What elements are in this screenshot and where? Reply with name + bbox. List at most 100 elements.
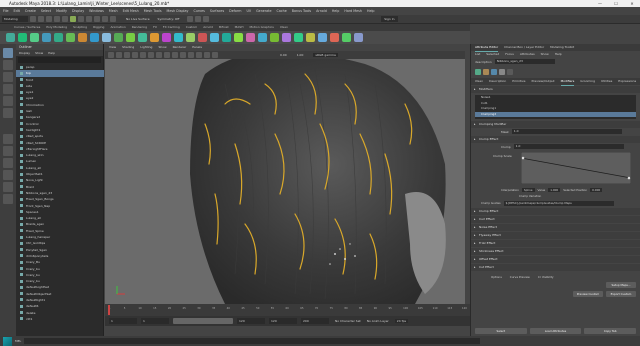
inner-end-field[interactable]: 120 (237, 318, 265, 324)
menu-edit-mesh[interactable]: Edit Mesh (123, 7, 139, 15)
new-scene-icon[interactable] (30, 16, 36, 22)
mode-dropdown[interactable]: Modeling (2, 16, 28, 22)
footer-toggle[interactable]: Curve Preview (510, 275, 530, 279)
menu-cache[interactable]: Cache (277, 7, 287, 15)
snap-grid-icon[interactable] (94, 16, 100, 22)
shelf-tool-icon-13[interactable] (162, 33, 171, 42)
viewport-menu-show[interactable]: Show (158, 44, 166, 51)
shelf-tool-icon-24[interactable] (294, 33, 303, 42)
start-frame-field[interactable]: 1 (109, 318, 137, 324)
ae-menu-show[interactable]: Show (541, 51, 549, 58)
undo-icon[interactable] (54, 16, 60, 22)
save-scene-icon[interactable] (46, 16, 52, 22)
resolution-gate-icon[interactable] (156, 52, 162, 58)
color-space-dropdown[interactable]: sRGB gamma (313, 53, 338, 57)
menu-mesh-display[interactable]: Mesh Display (167, 7, 189, 15)
shelf-tool-icon-7[interactable] (90, 33, 99, 42)
snap-point-icon[interactable] (110, 16, 116, 22)
shelf-tool-icon-17[interactable] (210, 33, 219, 42)
shelf-tool-icon-10[interactable] (126, 33, 135, 42)
menu-edit[interactable]: Edit (14, 7, 20, 15)
shelf-tool-icon-15[interactable] (186, 33, 195, 42)
current-frame-marker[interactable] (108, 305, 110, 315)
shelf-tab-8[interactable]: Custom (186, 24, 198, 31)
ae-menu-attributes[interactable]: Attributes (520, 51, 535, 58)
shadows-icon[interactable] (196, 52, 202, 58)
menu-mesh-tools[interactable]: Mesh Tools (144, 7, 162, 15)
footer-toggle[interactable]: Cr Visibility (538, 275, 554, 279)
select-button[interactable]: Select (475, 328, 527, 334)
ipr-render-icon[interactable] (195, 16, 202, 22)
snap-curve-icon[interactable] (102, 16, 108, 22)
move-tool-icon[interactable] (3, 84, 13, 94)
ae-menu-focus[interactable]: Focus (505, 51, 514, 58)
shelf-tool-icon-23[interactable] (282, 33, 291, 42)
node-tab-grooming[interactable]: Grooming (580, 78, 595, 85)
shelf-tool-icon-1[interactable] (18, 33, 27, 42)
shelf-tool-icon-25[interactable] (306, 33, 315, 42)
graph-layout-icon[interactable] (3, 170, 13, 180)
persp-graph-icon[interactable] (3, 182, 13, 192)
image-plane-icon[interactable] (132, 52, 138, 58)
shelf-tool-icon-8[interactable] (102, 33, 111, 42)
lights-icon[interactable] (188, 52, 194, 58)
menu-uv[interactable]: UV (246, 7, 251, 15)
node-tab-description[interactable]: Description (489, 78, 506, 85)
copy-tab-button[interactable]: Copy Tab (584, 328, 637, 334)
end2-frame-field[interactable]: 200 (301, 318, 329, 324)
shelf-tool-icon-26[interactable] (318, 33, 327, 42)
inner-start-field[interactable]: 1 (141, 318, 169, 324)
single-view-icon[interactable] (3, 134, 13, 144)
fps-dropdown[interactable]: 24 fps (394, 319, 409, 323)
menu-deform[interactable]: Deform (229, 7, 241, 15)
viewport-menu-lighting[interactable]: Lighting (140, 44, 152, 51)
effect-section[interactable]: Curl Effect (471, 216, 640, 223)
render-icon[interactable] (187, 16, 194, 22)
position-field[interactable]: 0.000 (590, 187, 603, 192)
lasso-tool-icon[interactable] (3, 60, 13, 70)
menu-create[interactable]: Create (25, 7, 36, 15)
menu-select[interactable]: Select (41, 7, 51, 15)
menu-hard-mesh[interactable]: Hard Mesh (344, 7, 362, 15)
shelf-tab-11[interactable]: MASH (235, 24, 244, 31)
clumping-section[interactable]: Clumping Modifier (471, 121, 640, 128)
shelf-tab-5[interactable]: Rendering (132, 24, 147, 31)
wireframe-icon[interactable] (164, 52, 170, 58)
menu-windows[interactable]: Windows (89, 7, 104, 15)
shelf-tool-icon-16[interactable] (198, 33, 207, 42)
shelf-tool-icon-5[interactable] (66, 33, 75, 42)
exposure-value[interactable]: 0.00 (280, 53, 287, 57)
shelf-tab-12[interactable]: Motion Graphics (249, 24, 273, 31)
export-custom-button[interactable]: Export Custom (606, 291, 636, 297)
node-tab-expressions[interactable]: Expressions (618, 78, 636, 85)
clump-field[interactable]: 1.0 (513, 144, 624, 149)
effect-section[interactable]: Flyaway Effect (471, 232, 640, 239)
outliner-menu-display[interactable]: Display (19, 50, 30, 56)
load-attributes-button[interactable]: Load Attributes (529, 328, 582, 334)
menu-generate[interactable]: Generate (256, 7, 271, 15)
end-frame-field[interactable]: 120 (269, 318, 297, 324)
viewport-menu-shading[interactable]: Shading (122, 44, 134, 51)
select-object-icon[interactable] (78, 16, 84, 22)
select-hierarchy-icon[interactable] (70, 16, 76, 22)
gamma-value[interactable]: 1.00 (297, 53, 304, 57)
select-component-icon[interactable] (86, 16, 92, 22)
scale-tool-icon[interactable] (3, 108, 13, 118)
viewport[interactable] (105, 44, 465, 304)
shelf-tab-9[interactable]: Arnold (203, 24, 213, 31)
time-slider[interactable]: 1510152025303540455055606570758085909510… (105, 304, 470, 316)
ae-menu-selected[interactable]: Selected (486, 51, 499, 58)
shelf-tool-icon-14[interactable] (174, 33, 183, 42)
effect-section[interactable]: Offset Effect (471, 256, 640, 263)
close-button[interactable]: ✕ (624, 0, 640, 7)
shelf-tool-icon-4[interactable] (54, 33, 63, 42)
shelf-tab-0[interactable]: Curves / Surfaces (14, 24, 40, 31)
shelf-tool-icon-6[interactable] (78, 33, 87, 42)
shelf-tab-4[interactable]: Animation (110, 24, 125, 31)
film-gate-icon[interactable] (148, 52, 154, 58)
effect-section[interactable]: Cut Effect (471, 264, 640, 271)
setup-maps-button[interactable]: Setup Maps... (606, 282, 636, 288)
viewport-menu-view[interactable]: View (109, 44, 116, 51)
xgen-groom-icon[interactable] (483, 68, 489, 75)
node-tab-preview-output[interactable]: Preview/Output (531, 78, 554, 85)
